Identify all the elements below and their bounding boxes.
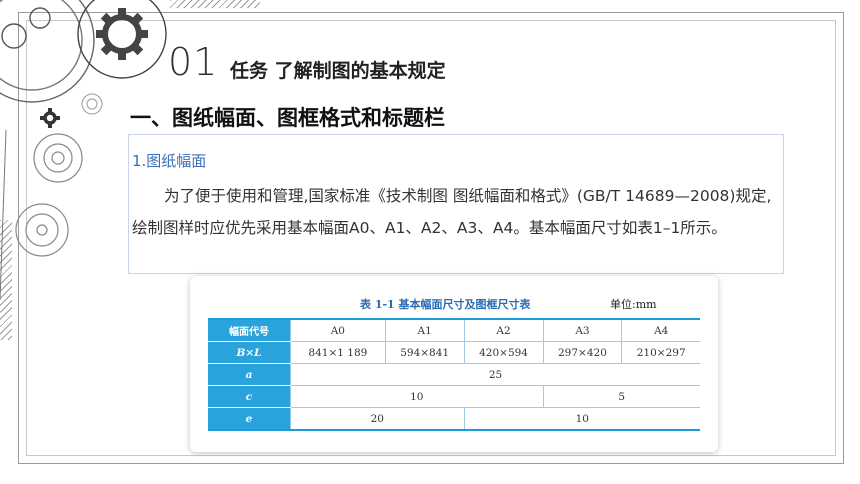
table-unit: 单位:mm bbox=[610, 298, 657, 311]
row-header: B×L bbox=[208, 341, 291, 364]
row-header: a bbox=[208, 363, 291, 386]
subheading: 1.图纸幅面 bbox=[132, 152, 207, 170]
slide-number: 01 bbox=[168, 40, 219, 84]
table-cell: 25 bbox=[290, 363, 700, 386]
row-header: 幅面代号 bbox=[208, 318, 291, 342]
body-paragraph: 为了便于使用和管理,国家标准《技术制图 图纸幅面和格式》(GB/T 14689—… bbox=[132, 187, 772, 237]
table-cell: 594×841 bbox=[384, 341, 465, 364]
gear-outline-icon bbox=[81, 93, 103, 115]
table-cell: A1 bbox=[384, 318, 465, 342]
hatch-top-decoration bbox=[170, 0, 260, 8]
table-cell: 20 bbox=[290, 407, 465, 431]
paper-size-table: 幅面代号 A0 A1 A2 A3 A4 B×L 841×1 189 594×84… bbox=[208, 318, 700, 431]
table-cell: 210×297 bbox=[621, 341, 700, 364]
table-cell: 5 bbox=[542, 385, 700, 408]
table-cell: A0 bbox=[290, 318, 386, 342]
table-cell: A4 bbox=[621, 318, 700, 342]
gear-outline-icon-bottom bbox=[15, 203, 69, 257]
table-row: e 20 10 bbox=[208, 407, 700, 431]
table-row: c 10 5 bbox=[208, 385, 700, 408]
table-row: a 25 bbox=[208, 363, 700, 386]
gear-outline-icon-left bbox=[33, 133, 83, 183]
table-cell: 841×1 189 bbox=[290, 341, 386, 364]
table-row: 幅面代号 A0 A1 A2 A3 A4 bbox=[208, 318, 700, 342]
table-cell: 297×420 bbox=[542, 341, 622, 364]
row-header: c bbox=[208, 385, 291, 408]
table-cell: 10 bbox=[290, 385, 543, 408]
section-title: 一、图纸幅面、图框格式和标题栏 bbox=[130, 106, 445, 130]
gear-icon-large bbox=[96, 8, 148, 60]
table-caption: 表 1-1 基本幅面尺寸及图框尺寸表 bbox=[360, 298, 531, 311]
table-cell: A2 bbox=[463, 318, 543, 342]
table-cell: A3 bbox=[542, 318, 622, 342]
table-cell: 420×594 bbox=[463, 341, 543, 364]
table-cell: 10 bbox=[463, 407, 700, 431]
row-header: e bbox=[208, 407, 291, 431]
table-row: B×L 841×1 189 594×841 420×594 297×420 21… bbox=[208, 341, 700, 364]
gear-icon-small-mid bbox=[40, 108, 60, 128]
task-title: 任务 了解制图的基本规定 bbox=[230, 60, 446, 82]
